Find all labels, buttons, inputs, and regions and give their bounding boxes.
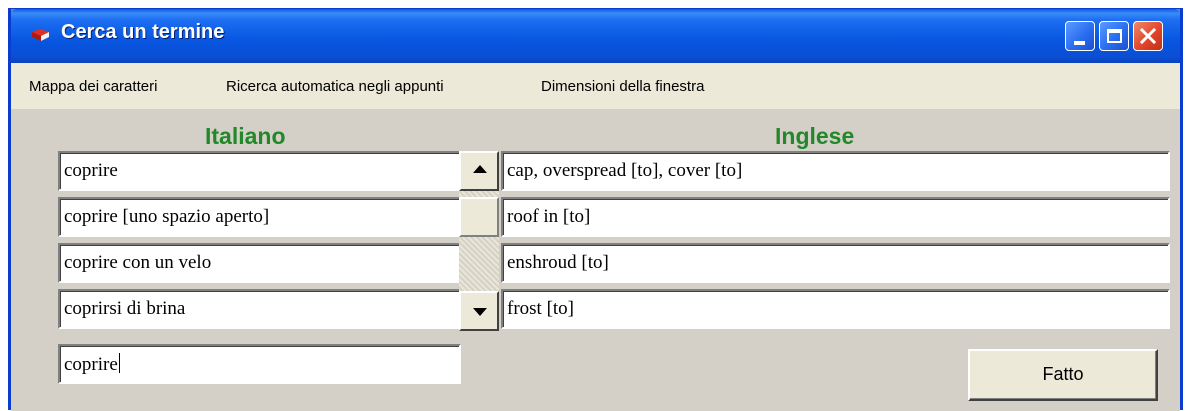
english-entry-1[interactable]: cap, overspread [to], cover [to]	[501, 151, 1170, 191]
menu-bar: Mappa dei caratteri Ricerca automatica n…	[11, 63, 1180, 109]
book-icon	[32, 29, 49, 41]
menu-clipboard-search[interactable]: Ricerca automatica negli appunti	[226, 78, 444, 95]
search-input[interactable]: coprire	[58, 344, 461, 384]
english-entry-3[interactable]: enshroud [to]	[501, 243, 1170, 283]
minimize-icon	[1074, 41, 1085, 45]
close-icon	[1139, 27, 1157, 45]
maximize-button[interactable]	[1099, 21, 1129, 51]
scroll-thumb[interactable]	[459, 197, 499, 237]
english-entry-4[interactable]: frost [to]	[501, 289, 1170, 329]
text-cursor	[118, 353, 120, 373]
italian-entry-3[interactable]: coprire con un velo	[58, 243, 461, 283]
english-column-heading: Inglese	[775, 123, 855, 149]
title-bar[interactable]: Cerca un termine	[11, 9, 1180, 63]
italian-entry-4[interactable]: coprirsi di brina	[58, 289, 461, 329]
menu-window-size[interactable]: Dimensioni della finestra	[541, 78, 704, 95]
arrow-down-icon	[473, 308, 487, 316]
vertical-scrollbar[interactable]	[459, 151, 499, 331]
italian-column-heading: Italiano	[205, 123, 286, 149]
scroll-down-button[interactable]	[459, 291, 499, 331]
close-button[interactable]	[1133, 21, 1163, 51]
menu-character-map[interactable]: Mappa dei caratteri	[29, 78, 157, 95]
dialog-content: Italiano Inglese coprire coprire [uno sp…	[11, 109, 1180, 411]
maximize-icon	[1107, 29, 1122, 43]
italian-entry-2[interactable]: coprire [uno spazio aperto]	[58, 197, 461, 237]
search-input-value: coprire	[64, 354, 118, 375]
arrow-up-icon	[473, 165, 487, 173]
done-button[interactable]: Fatto	[968, 349, 1158, 401]
scroll-up-button[interactable]	[459, 151, 499, 191]
italian-entry-1[interactable]: coprire	[58, 151, 461, 191]
minimize-button[interactable]	[1065, 21, 1095, 51]
dictionary-window: Cerca un termine Mappa dei caratteri Ric…	[8, 8, 1183, 411]
window-title: Cerca un termine	[61, 21, 225, 43]
english-entry-2[interactable]: roof in [to]	[501, 197, 1170, 237]
